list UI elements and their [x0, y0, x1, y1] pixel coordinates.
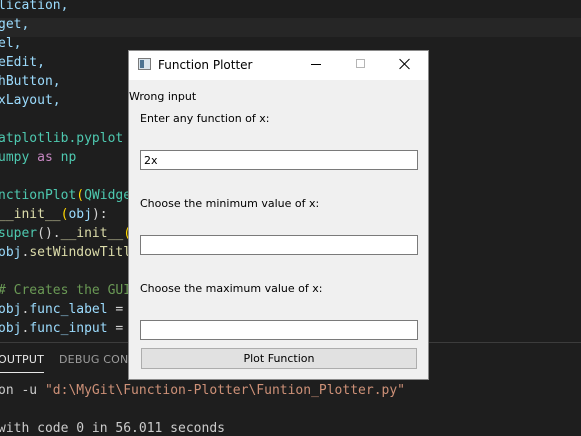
code-line: atplotlib.pyplot [0, 129, 123, 148]
min-label: Choose the minimum value of x: [140, 197, 320, 210]
code-token: eEdit, [0, 55, 45, 70]
code-token: QWidge [84, 188, 132, 203]
title-bar[interactable]: Function Plotter [129, 51, 428, 80]
code-line: super().__init__( [0, 224, 131, 243]
max-input[interactable] [140, 320, 418, 340]
code-line: obj.setWindowTitl [0, 243, 131, 262]
code-token: __init__ [0, 207, 61, 222]
code-line: obj.func_label = [0, 300, 123, 319]
code-token: obj [0, 245, 22, 260]
max-label: Choose the maximum value of x: [140, 282, 323, 295]
terminal-command: on -u [0, 383, 45, 398]
maximize-icon[interactable] [356, 59, 365, 68]
error-label: Wrong input [129, 90, 197, 103]
code-token: xLayout, [0, 93, 61, 108]
tab-output[interactable]: OUTPUT [0, 353, 45, 373]
code-line: # Creates the GUI [0, 281, 131, 300]
code-token: atplotlib.pyplot [0, 131, 124, 146]
window-title: Function Plotter [158, 58, 253, 72]
code-token: el, [0, 36, 22, 51]
app-window-icon [138, 58, 151, 70]
code-line: __init__(obj): [0, 205, 108, 224]
terminal-path: "d:\MyGit\Function-Plotter\Funtion_Plott… [44, 383, 405, 398]
code-line: xLayout, [0, 91, 61, 110]
code-token: umpy [0, 150, 38, 165]
func-label: Enter any function of x: [140, 112, 270, 125]
terminal-line-run: on -u "d:\MyGit\Function-Plotter\Funtion… [0, 383, 405, 398]
close-icon[interactable] [395, 55, 415, 75]
code-line: hButton, [0, 72, 61, 91]
code-token: super [0, 226, 38, 241]
code-token: lication, [0, 0, 69, 13]
code-token: # Creates the GUI [0, 283, 132, 298]
code-line: lication, [0, 0, 68, 15]
code-line: nctionPlot(QWidge [0, 186, 131, 205]
code-token: (). [37, 226, 61, 241]
function-plotter-window: Function Plotter Wrong input Enter any f… [128, 50, 429, 380]
code-token: nctionPlot [0, 188, 77, 203]
code-line: umpy as np [0, 148, 76, 167]
code-line: el, [0, 34, 21, 53]
code-token: ( [76, 188, 85, 203]
code-token: hButton, [0, 74, 61, 89]
code-token: as [37, 150, 53, 165]
code-token: obj [0, 321, 22, 336]
code-token: func_label [29, 302, 108, 317]
code-token: = [107, 321, 124, 336]
code-token: = [107, 302, 124, 317]
code-token: __init__ [60, 226, 124, 241]
code-line: obj.func_input = [0, 319, 123, 338]
code-token: np [52, 150, 77, 165]
code-token: get, [0, 17, 30, 32]
code-token: ): [91, 207, 108, 222]
func-input[interactable]: 2x [140, 150, 418, 170]
code-token: obj [68, 207, 92, 222]
plot-function-button[interactable]: Plot Function [141, 348, 417, 369]
terminal-line-exit: with code 0 in 56.011 seconds [0, 421, 225, 436]
minimize-icon[interactable] [311, 64, 321, 65]
code-line: eEdit, [0, 53, 45, 72]
code-token: setWindowTitl [29, 245, 132, 260]
code-token: func_input [29, 321, 108, 336]
min-input[interactable] [140, 235, 418, 255]
current-line-highlight [0, 18, 581, 37]
code-token: obj [0, 302, 22, 317]
code-line: get, [0, 15, 29, 34]
